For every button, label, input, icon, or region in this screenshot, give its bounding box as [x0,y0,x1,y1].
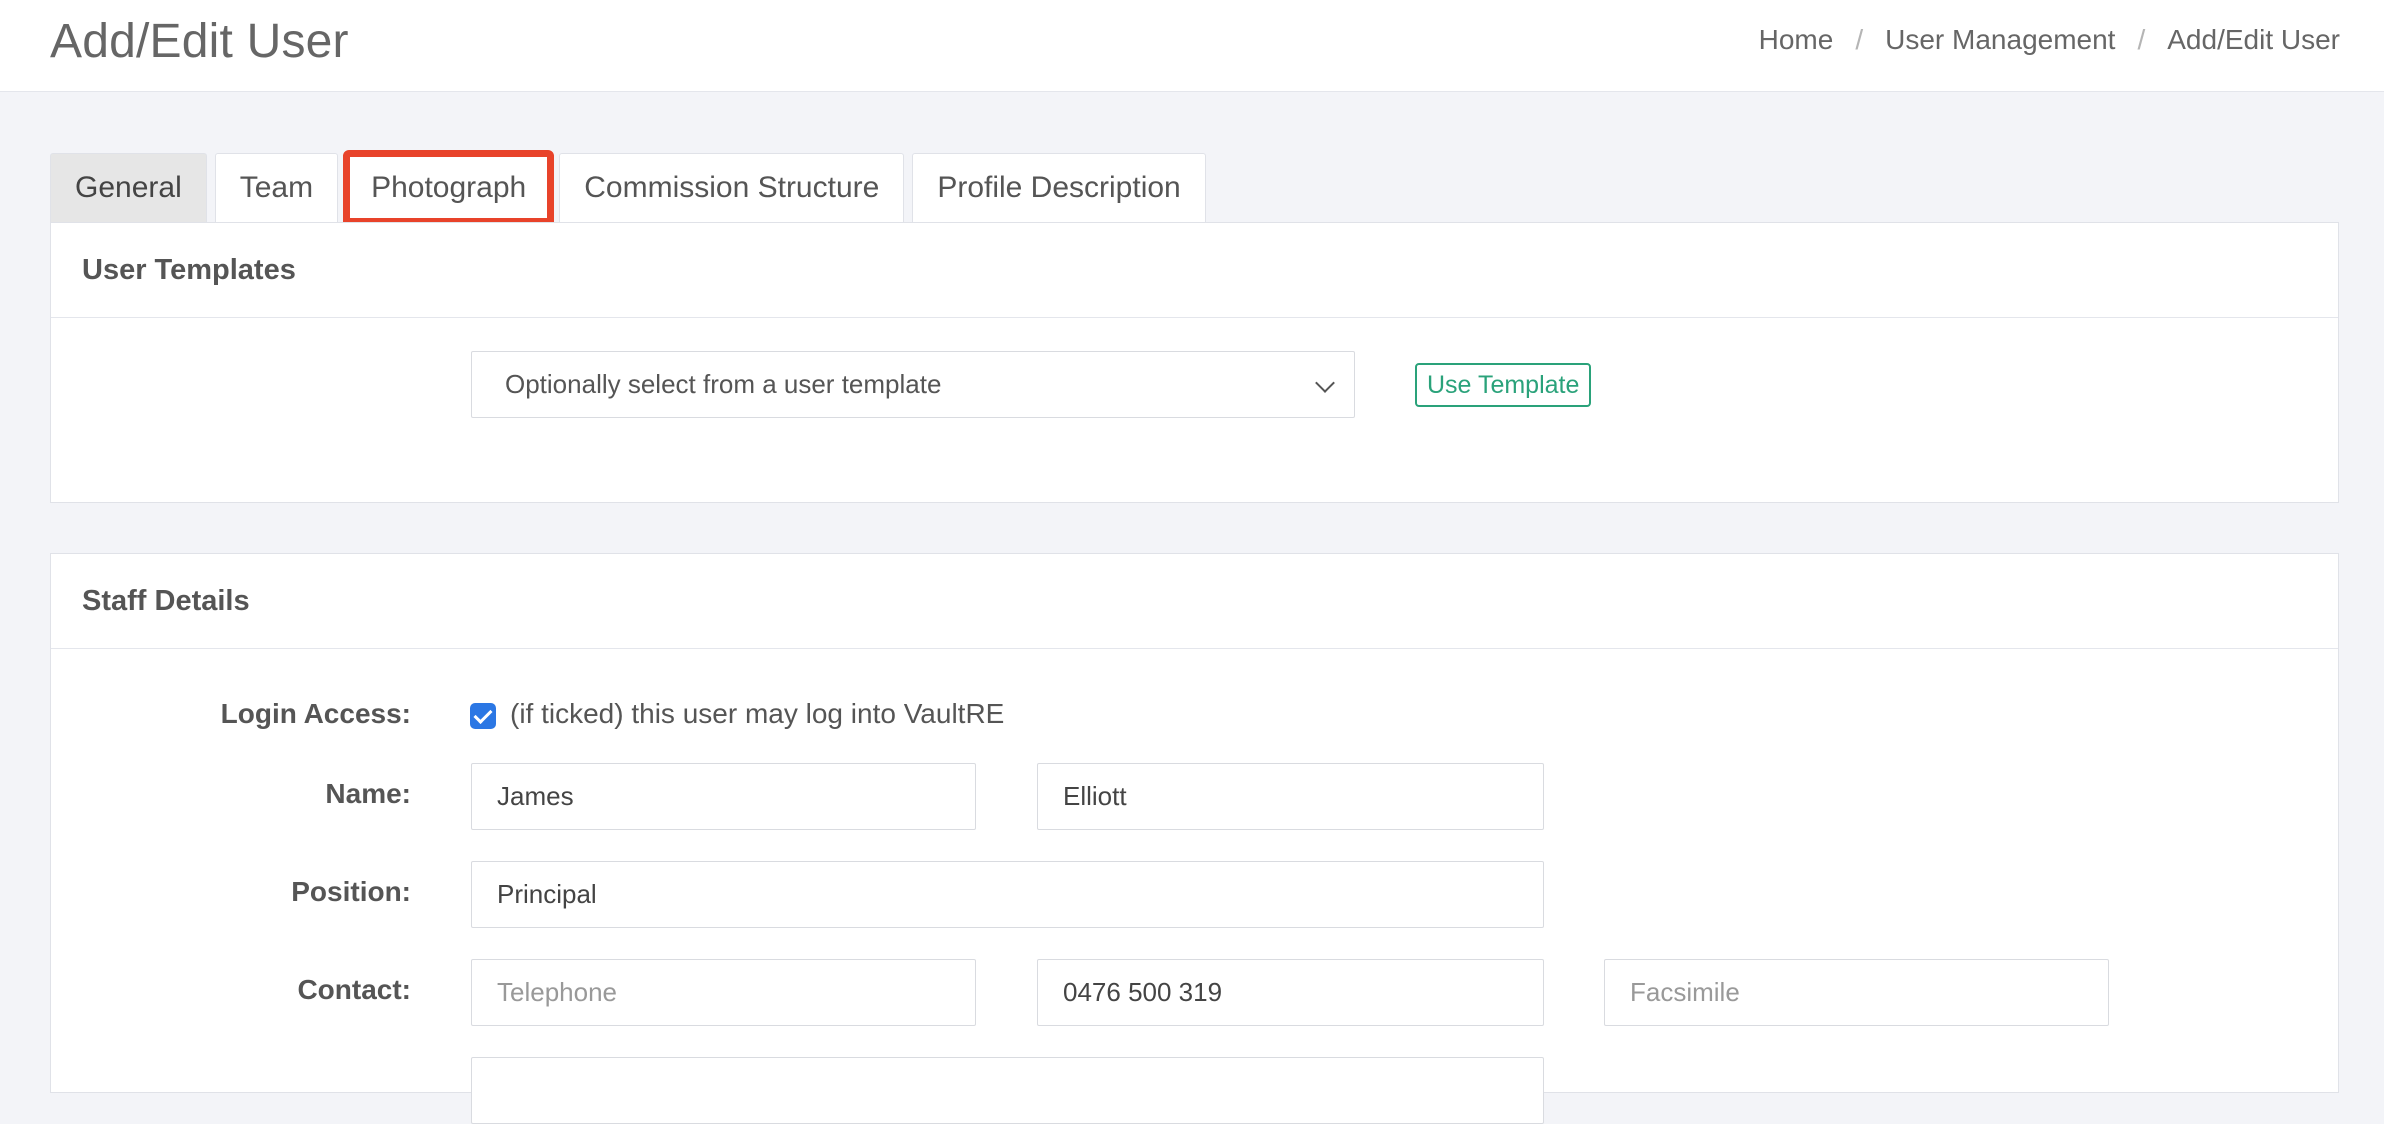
top-bar: Add/Edit User Home / User Management / A… [0,0,2384,92]
mobile-field[interactable]: 0476 500 319 [1037,959,1544,1026]
staff-details-heading: Staff Details [51,554,2338,649]
next-field[interactable] [471,1057,1544,1124]
use-template-button[interactable]: Use Template [1415,363,1592,407]
tab-general[interactable]: General [50,153,207,222]
telephone-field[interactable]: Telephone [471,959,976,1026]
user-templates-panel: User Templates Optionally select from a … [50,222,2339,503]
login-access-text: (if ticked) this user may log into Vault… [510,698,1005,729]
breadcrumb-home[interactable]: Home [1759,24,1834,56]
tab-team[interactable]: Team [214,153,339,222]
staff-details-panel: Staff Details Login Access: (if ticked) … [50,553,2339,1124]
breadcrumb-user-management[interactable]: User Management [1885,24,2115,56]
contact-label: Contact: [297,974,411,1005]
page-title: Add/Edit User [50,15,349,68]
position-field[interactable]: Principal [471,861,1544,928]
tab-profile-description[interactable]: Profile Description [912,153,1206,222]
login-access-label: Login Access: [220,698,411,729]
last-name-field[interactable]: Elliott [1037,763,1544,830]
tab-commission-structure[interactable]: Commission Structure [559,153,905,222]
name-label: Name: [325,778,411,809]
login-access-checkbox[interactable] [470,703,496,729]
template-select[interactable]: Optionally select from a user template [471,351,1355,418]
breadcrumb-separator: / [2137,24,2146,55]
breadcrumb-separator: / [1855,24,1864,55]
first-name-field[interactable]: James [471,763,976,830]
facsimile-field[interactable]: Facsimile [1604,959,2109,1026]
breadcrumb-current: Add/Edit User [2167,24,2340,55]
breadcrumb: Home / User Management / Add/Edit User [1759,24,2340,56]
tab-photograph[interactable]: Photograph [343,150,555,225]
position-label: Position: [291,876,411,907]
template-select-value: Optionally select from a user template [505,369,942,399]
chevron-down-icon [1315,373,1335,393]
tab-bar: General Team Photograph Commission Struc… [50,150,1206,225]
user-templates-heading: User Templates [51,223,2338,318]
